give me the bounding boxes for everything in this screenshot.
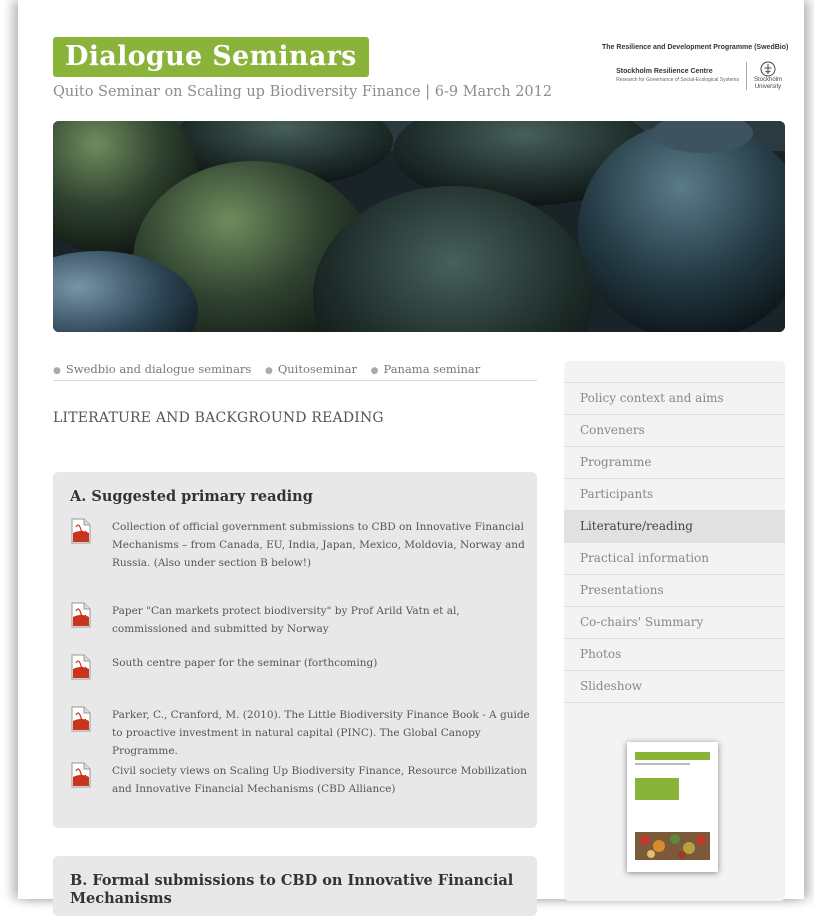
menu-item-co-chairs-summary[interactable]: Co-chairs' Summary [564,607,785,639]
pdf-icon[interactable] [70,654,92,680]
breadcrumb: ● Swedbio and dialogue seminars ● Quitosem… [53,362,537,381]
university-crest-icon [760,61,776,77]
src-name: Stockholm Resilience Centre [616,68,713,75]
reference-text: South centre paper for the seminar (fort… [112,657,378,669]
menu-item-practical-information[interactable]: Practical information [564,543,785,575]
pdf-icon[interactable] [70,762,92,788]
logo-divider [745,62,747,90]
reference-item[interactable]: Collection of official government submis… [70,518,530,572]
hero-image [53,121,785,332]
menu-item-policy-context[interactable]: Policy context and aims [564,383,785,415]
section-a-heading: A. Suggested primary reading [70,488,313,505]
menu-item-presentations[interactable]: Presentations [564,575,785,607]
stockholm-resilience-centre-logo[interactable]: Stockholm Resilience Centre Research for… [616,68,739,84]
page: Dialogue Seminars Quito Seminar on Scali… [18,0,804,916]
breadcrumb-quitoseminar[interactable]: Quitoseminar [278,362,357,376]
bullet-icon: ● [370,366,379,376]
page-subtitle: Quito Seminar on Scaling up Biodiversity… [53,84,553,100]
stockholm-university-logo[interactable]: Stockholm University [754,61,782,91]
book-cover-thumbnail[interactable] [627,742,718,872]
section-a-box: A. Suggested primary reading Collection … [53,472,537,828]
pdf-icon[interactable] [70,706,92,732]
reference-text: Paper "Can markets protect biodiversity"… [112,605,460,635]
reference-item[interactable]: South centre paper for the seminar (fort… [70,654,530,680]
menu-item-conveners[interactable]: Conveners [564,415,785,447]
page-title: LITERATURE AND BACKGROUND READING [53,410,384,426]
menu-item-literature-reading[interactable]: Literature/reading [564,511,785,543]
site-logo[interactable]: Dialogue Seminars [53,37,369,77]
menu-item-programme[interactable]: Programme [564,447,785,479]
reference-text: Collection of official government submis… [112,521,525,569]
bullet-icon: ● [53,366,61,376]
breadcrumb-panama-seminar[interactable]: Panama seminar [383,362,480,376]
side-menu-top [564,361,785,383]
section-b-box: B. Formal submissions to CBD on Innovati… [53,856,537,916]
section-b-heading: B. Formal submissions to CBD on Innovati… [70,872,514,907]
breadcrumb-swedbio[interactable]: Swedbio and dialogue seminars [66,362,251,376]
pdf-icon[interactable] [70,518,92,544]
book-cover-image [635,752,710,860]
bullet-icon: ● [264,366,273,376]
reference-text: Civil society views on Scaling Up Biodiv… [112,765,527,795]
src-tagline: Research for Governance of Social-Ecolog… [616,77,739,83]
su-name-line-1: Stockholm [753,77,782,83]
menu-item-participants[interactable]: Participants [564,479,785,511]
menu-item-photos[interactable]: Photos [564,639,785,671]
reference-item[interactable]: Civil society views on Scaling Up Biodiv… [70,762,530,798]
programme-name: The Resilience and Development Programme… [602,44,789,51]
su-name-line-2: University [754,84,782,90]
reference-item[interactable]: Parker, C., Cranford, M. (2010). The Lit… [70,706,530,760]
menu-item-slideshow[interactable]: Slideshow [564,671,785,703]
reference-item[interactable]: Paper "Can markets protect biodiversity"… [70,602,530,638]
limes-photo [53,121,785,332]
partner-logos: The Resilience and Development Programme… [602,44,789,91]
reference-text: Parker, C., Cranford, M. (2010). The Lit… [112,709,530,757]
pdf-icon[interactable] [70,602,92,628]
